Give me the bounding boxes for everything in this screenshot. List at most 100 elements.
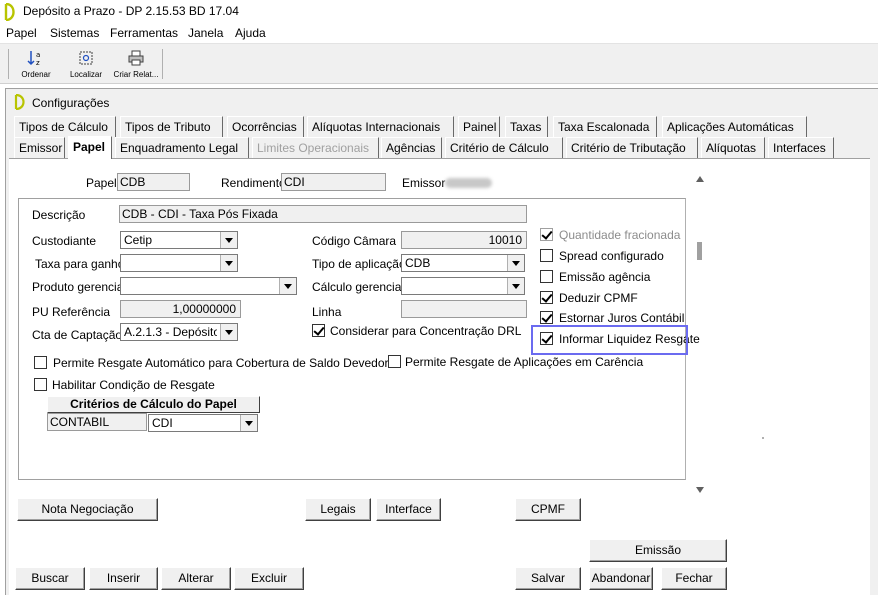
permite-resgate-carencia-checkbox[interactable] xyxy=(388,355,401,368)
chevron-down-icon[interactable] xyxy=(220,324,237,340)
menu-janela[interactable]: Janela xyxy=(188,26,223,40)
spread-configurado-label: Spread configurado xyxy=(559,249,664,263)
papel-field[interactable]: CDB xyxy=(117,173,190,191)
find-icon xyxy=(79,51,93,65)
chevron-down-icon[interactable] xyxy=(279,278,296,294)
produto-gerencial-select[interactable] xyxy=(120,277,297,295)
chevron-down-icon[interactable] xyxy=(507,278,524,294)
menu-ajuda[interactable]: Ajuda xyxy=(235,26,266,40)
cta-captacao-value: A.2.1.3 - Depósito a xyxy=(124,325,217,339)
pu-referencia-field[interactable]: 1,00000000 xyxy=(120,300,241,318)
tab-aliquotas[interactable]: Alíquotas xyxy=(701,137,765,158)
tab-criterio-de-tributacao[interactable]: Critério de Tributação xyxy=(566,137,698,158)
criterios-left-cell[interactable]: CONTABIL xyxy=(47,413,147,431)
habilitar-condicao-checkbox[interactable] xyxy=(34,378,47,391)
tab-agencias[interactable]: Agências xyxy=(381,137,442,158)
chevron-down-icon[interactable] xyxy=(240,415,257,431)
estornar-juros-label: Estornar Juros Contábil xyxy=(559,311,685,325)
custodiante-select[interactable]: Cetip xyxy=(120,231,238,249)
tab-enquadramento-legal[interactable]: Enquadramento Legal xyxy=(115,137,249,158)
tab-limites-operacionais[interactable]: Limites Operacionais xyxy=(252,137,379,158)
permite-resgate-carencia-label: Permite Resgate de Aplicações em Carênci… xyxy=(405,355,644,369)
calculo-gerencial-select[interactable] xyxy=(401,277,525,295)
rendimento-field[interactable]: CDI xyxy=(281,173,386,191)
interface-button[interactable]: Interface xyxy=(376,498,441,521)
emissor-label: Emissor xyxy=(402,176,446,190)
child-window-title: Configurações xyxy=(32,96,110,110)
buscar-button[interactable]: Buscar xyxy=(15,567,85,590)
taxa-ganho-label: Taxa para ganho xyxy=(35,257,125,271)
tab-aplicacoes-automaticas[interactable]: Aplicações Automáticas xyxy=(662,116,807,137)
svg-text:z: z xyxy=(36,59,40,67)
excluir-button[interactable]: Excluir xyxy=(234,567,304,590)
quantidade-fracionada-checkbox[interactable] xyxy=(540,228,553,241)
tab-emissor[interactable]: Emissor xyxy=(14,137,65,158)
tab-interfaces[interactable]: Interfaces xyxy=(768,137,834,158)
scroll-down-icon[interactable] xyxy=(696,487,704,493)
stray-dot xyxy=(762,437,764,439)
tab-criterio-de-calculo[interactable]: Critério de Cálculo xyxy=(445,137,563,158)
codigo-camara-label: Código Câmara xyxy=(312,234,397,248)
criterios-right-value: CDI xyxy=(152,416,173,430)
considerar-drl-checkbox[interactable] xyxy=(312,324,325,337)
scroll-up-icon[interactable] xyxy=(696,176,704,182)
create-report-button-label: Criar Relat... xyxy=(113,70,159,79)
quantidade-fracionada-label: Quantidade fracionada xyxy=(559,228,681,242)
cta-captacao-select[interactable]: A.2.1.3 - Depósito a xyxy=(120,323,238,341)
tab-tipos-de-tributo[interactable]: Tipos de Tributo xyxy=(120,116,223,137)
criterios-right-select[interactable]: CDI xyxy=(148,414,258,432)
rendimento-label: Rendimento xyxy=(221,176,286,190)
cpmf-button[interactable]: CPMF xyxy=(515,498,581,521)
descricao-field[interactable]: CDB - CDI - Taxa Pós Fixada xyxy=(119,205,527,223)
tab-tipos-de-calculo[interactable]: Tipos de Cálculo xyxy=(14,116,116,137)
toolbar: a z Ordenar Localizar Criar Relat... xyxy=(0,44,878,84)
tab-ocorrencias[interactable]: Ocorrências xyxy=(227,116,304,137)
tab-painel[interactable]: Painel xyxy=(458,116,500,137)
toolbar-separator xyxy=(162,49,163,79)
descricao-label: Descrição xyxy=(32,208,86,222)
criterios-header[interactable]: Critérios de Cálculo do Papel xyxy=(47,396,260,413)
tab-taxas[interactable]: Taxas xyxy=(505,116,548,137)
permite-resgate-automatico-checkbox[interactable] xyxy=(34,356,47,369)
emissao-agencia-checkbox[interactable] xyxy=(540,270,553,283)
svg-text:a: a xyxy=(36,51,40,59)
create-report-button[interactable]: Criar Relat... xyxy=(112,47,160,81)
sort-button[interactable]: a z Ordenar xyxy=(15,47,57,81)
chevron-down-icon[interactable] xyxy=(220,255,237,271)
estornar-juros-checkbox[interactable] xyxy=(540,311,553,324)
codigo-camara-field[interactable]: 10010 xyxy=(401,231,527,249)
scroll-thumb[interactable] xyxy=(697,242,702,260)
chevron-down-icon[interactable] xyxy=(220,232,237,248)
inserir-button[interactable]: Inserir xyxy=(89,567,158,590)
emissor-value-redacted xyxy=(445,178,492,188)
spread-configurado-checkbox[interactable] xyxy=(540,249,553,262)
papel-label: Papel xyxy=(86,176,117,190)
fechar-button[interactable]: Fechar xyxy=(661,567,727,590)
linha-label: Linha xyxy=(312,305,342,319)
emissao-button[interactable]: Emissão xyxy=(589,539,727,562)
tipo-aplicacao-select[interactable]: CDB xyxy=(401,254,525,272)
menu-papel[interactable]: Papel xyxy=(6,26,37,40)
chevron-down-icon[interactable] xyxy=(507,255,524,271)
alterar-button[interactable]: Alterar xyxy=(161,567,231,590)
tab-taxa-escalonada[interactable]: Taxa Escalonada xyxy=(553,116,657,137)
linha-field[interactable] xyxy=(401,300,527,318)
deduzir-cpmf-checkbox[interactable] xyxy=(540,291,553,304)
custodiante-label: Custodiante xyxy=(32,234,97,248)
nota-negociacao-button[interactable]: Nota Negociação xyxy=(17,498,158,521)
find-button[interactable]: Localizar xyxy=(64,47,108,81)
tab-papel[interactable]: Papel xyxy=(68,136,112,159)
pu-referencia-label: PU Referência xyxy=(32,305,111,319)
abandonar-button[interactable]: Abandonar xyxy=(589,567,653,590)
printer-icon xyxy=(128,50,144,66)
focus-highlight-box xyxy=(531,325,688,355)
tab-aliquotas-internacionais[interactable]: Alíquotas Internacionais xyxy=(307,116,454,137)
menu-sistemas[interactable]: Sistemas xyxy=(50,26,99,40)
salvar-button[interactable]: Salvar xyxy=(515,567,581,590)
legais-button[interactable]: Legais xyxy=(305,498,371,521)
menu-ferramentas[interactable]: Ferramentas xyxy=(110,26,178,40)
taxa-ganho-select[interactable] xyxy=(120,254,238,272)
cta-captacao-label: Cta de Captação xyxy=(32,328,123,342)
produto-gerencial-label: Produto gerencial xyxy=(32,280,127,294)
toolbar-separator xyxy=(8,49,9,79)
